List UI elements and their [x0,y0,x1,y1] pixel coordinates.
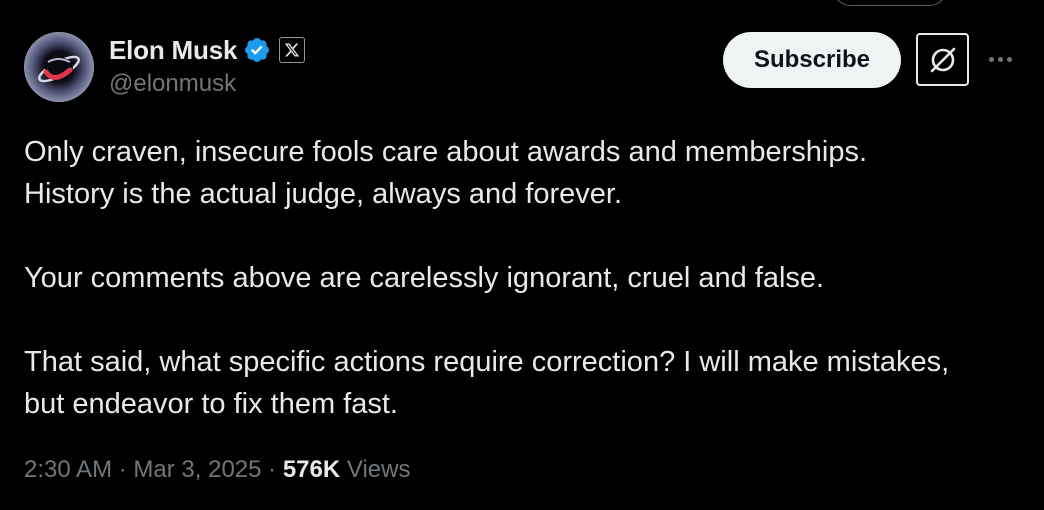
views-count[interactable]: 576K [283,456,340,483]
more-dot [1006,56,1012,62]
grok-icon[interactable] [916,33,969,86]
subscribe-button[interactable]: Subscribe [723,32,901,88]
post-meta: 2:30 AM · Mar 3, 2025 · 576K Views [24,452,410,488]
post-line: but endeavor to fix them fast. [24,388,398,420]
author-display-name[interactable]: Elon Musk [109,35,237,66]
more-dot [997,56,1003,62]
avatar[interactable] [24,32,94,102]
post-date[interactable]: Mar 3, 2025 [133,456,261,483]
meta-separator: · [268,456,277,483]
meta-separator: · [118,456,127,483]
views-label[interactable]: Views [347,456,411,483]
partial-top-button[interactable] [832,0,948,6]
post-time[interactable]: 2:30 AM [24,456,112,483]
x-logo-icon[interactable] [279,37,306,63]
post-line: Only craven, insecure fools care about a… [24,136,868,168]
black-hole-avatar-image [24,32,94,102]
more-dot [988,56,994,62]
post-line: History is the actual judge, always and … [24,178,623,210]
post-line: Your comments above are carelessly ignor… [24,262,825,294]
more-icon[interactable] [983,44,1017,74]
author-handle[interactable]: @elonmusk [109,70,236,98]
author-name-row: Elon Musk [109,33,306,67]
post-line: That said, what specific actions require… [24,346,950,378]
post-text: Only craven, insecure fools care about a… [24,131,1024,425]
verified-check-icon[interactable] [243,36,271,64]
